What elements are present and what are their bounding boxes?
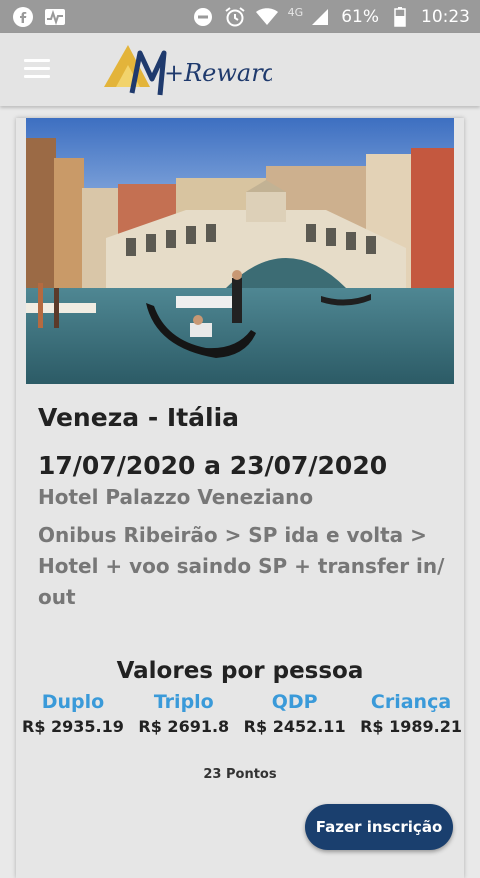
wifi-icon (255, 6, 278, 28)
facebook-icon (12, 6, 34, 28)
trip-description: Onibus Ribeirão > SP ida e volta > Hotel… (38, 523, 445, 609)
points-label: 23 Pontos (203, 767, 277, 782)
brand-logo[interactable]: +Rewards (102, 39, 290, 103)
status-right-icons: 4G 61% 10:23 (192, 6, 470, 28)
clock: 10:23 (421, 6, 470, 27)
price-triplo: Triplo R$ 2691.8 (138, 690, 229, 740)
prices-title: Valores por pessoa (116, 658, 364, 684)
battery-icon (389, 6, 411, 28)
price-label: Triplo (153, 691, 214, 713)
price-value: R$ 1989.21 (360, 717, 462, 736)
price-value: R$ 2691.8 (138, 717, 230, 736)
hamburger-menu-icon[interactable] (24, 59, 50, 81)
price-value: R$ 2452.11 (243, 717, 346, 736)
enroll-button[interactable]: Fazer inscrição (305, 804, 453, 850)
price-duplo: Duplo R$ 2935.19 (22, 690, 124, 740)
hotel-name: Hotel Palazzo Veneziano (38, 485, 314, 509)
do-not-disturb-icon (192, 6, 214, 28)
price-label: QDP (271, 691, 318, 713)
status-bar: 4G 61% 10:23 (0, 0, 480, 33)
price-value: R$ 2935.19 (22, 717, 124, 736)
price-crianca: Criança R$ 1989.21 (360, 690, 462, 740)
venice-photo (26, 118, 454, 384)
activity-icon (44, 6, 66, 28)
battery-percent: 61% (341, 6, 379, 27)
trip-dates: 17/07/2020 a 23/07/2020 (38, 451, 388, 480)
alarm-icon (224, 6, 246, 28)
price-list: Duplo R$ 2935.19 Triplo R$ 2691.8 QDP R$… (22, 690, 462, 740)
trip-title: Veneza - Itália (38, 403, 240, 432)
price-qdp: QDP R$ 2452.11 (244, 690, 346, 740)
price-label: Criança (370, 691, 452, 713)
app-bar: +Rewards (0, 33, 480, 106)
price-label: Duplo (41, 691, 105, 713)
status-left-icons (12, 6, 66, 28)
cell-signal-icon (309, 6, 331, 28)
network-type: 4G (287, 6, 304, 19)
trip-card: Veneza - Itália 17/07/2020 a 23/07/2020 … (16, 118, 464, 878)
svg-text:+Rewards: +Rewards (164, 59, 272, 87)
